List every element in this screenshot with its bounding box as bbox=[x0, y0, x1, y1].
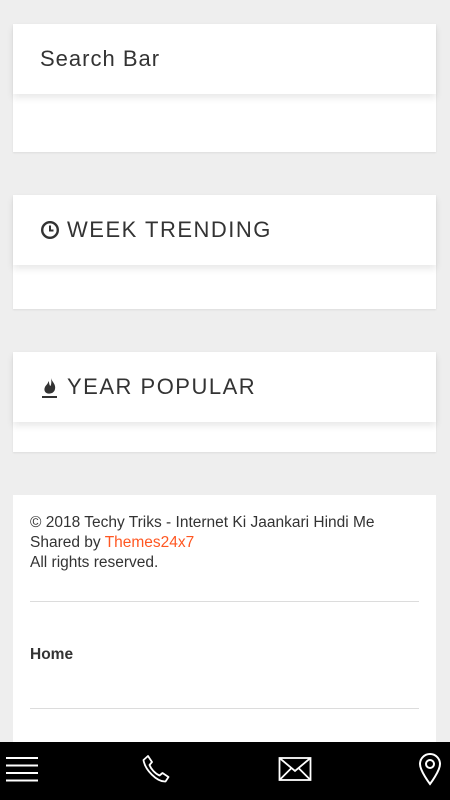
footer-divider-bottom bbox=[30, 708, 419, 709]
footer-divider-top bbox=[30, 601, 419, 602]
fire-icon bbox=[40, 377, 60, 398]
email-button[interactable] bbox=[270, 742, 320, 800]
clock-icon bbox=[40, 220, 60, 240]
bottom-action-bar bbox=[0, 742, 450, 800]
menu-icon bbox=[5, 754, 39, 789]
shared-by-line: Shared by Themes24x7 bbox=[30, 533, 375, 553]
year-popular-header: YEAR POPULAR bbox=[13, 352, 436, 422]
rights-text: All rights reserved. bbox=[30, 554, 159, 571]
home-link[interactable]: Home bbox=[30, 646, 73, 664]
mail-icon bbox=[278, 756, 312, 787]
year-popular-widget: YEAR POPULAR bbox=[13, 352, 436, 452]
location-button[interactable] bbox=[410, 742, 450, 800]
search-widget-header: Search Bar bbox=[13, 24, 436, 94]
week-trending-widget: WEEK TRENDING bbox=[13, 195, 436, 309]
location-pin-icon bbox=[417, 752, 443, 791]
copyright-text: © 2018 Techy Triks - Internet Ki Jaankar… bbox=[30, 514, 375, 531]
call-button[interactable] bbox=[131, 742, 181, 800]
shared-by-label: Shared by bbox=[30, 534, 105, 551]
week-trending-title: WEEK TRENDING bbox=[67, 217, 272, 242]
themes24x7-link[interactable]: Themes24x7 bbox=[105, 534, 195, 551]
week-trending-header: WEEK TRENDING bbox=[13, 195, 436, 265]
menu-button[interactable] bbox=[0, 742, 44, 800]
phone-icon bbox=[140, 753, 172, 790]
year-popular-title: YEAR POPULAR bbox=[67, 374, 257, 399]
search-widget: Search Bar bbox=[13, 24, 436, 152]
footer: © 2018 Techy Triks - Internet Ki Jaankar… bbox=[13, 495, 436, 755]
search-widget-title: Search Bar bbox=[40, 46, 161, 71]
footer-copyright-block: © 2018 Techy Triks - Internet Ki Jaankar… bbox=[30, 513, 375, 573]
